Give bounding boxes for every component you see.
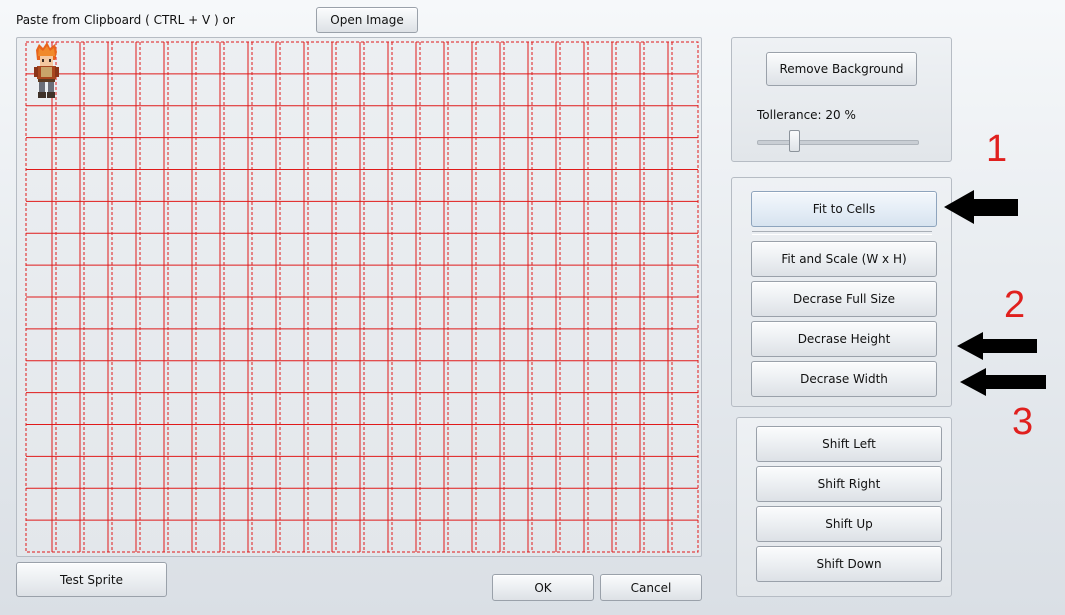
fit-and-scale-button[interactable]: Fit and Scale (W x H) xyxy=(751,241,937,277)
ok-button[interactable]: OK xyxy=(492,574,594,601)
remove-background-button[interactable]: Remove Background xyxy=(766,52,917,86)
open-image-button[interactable]: Open Image xyxy=(316,7,418,33)
shift-left-button[interactable]: Shift Left xyxy=(756,426,942,462)
sprite-character-icon xyxy=(34,42,59,98)
shift-down-button[interactable]: Shift Down xyxy=(756,546,942,582)
arrow-left-icon xyxy=(944,190,1018,224)
shift-right-button[interactable]: Shift Right xyxy=(756,466,942,502)
arrow-left-icon xyxy=(957,332,1037,360)
tolerance-slider-track[interactable] xyxy=(757,140,919,145)
tolerance-slider-thumb[interactable] xyxy=(789,130,800,152)
step-3-annotation: 3 xyxy=(1012,401,1034,443)
sprite-canvas[interactable] xyxy=(16,37,702,557)
tolerance-label: Tollerance: 20 % xyxy=(757,108,856,122)
paste-instruction-label: Paste from Clipboard ( CTRL + V ) or xyxy=(16,13,235,27)
sprite-grid xyxy=(25,41,699,553)
shift-up-button[interactable]: Shift Up xyxy=(756,506,942,542)
decrease-full-size-button[interactable]: Decrase Full Size xyxy=(751,281,937,317)
decrease-height-button[interactable]: Decrase Height xyxy=(751,321,937,357)
cancel-button[interactable]: Cancel xyxy=(600,574,702,601)
grid-lines xyxy=(25,41,699,553)
arrow-left-icon xyxy=(960,368,1046,396)
fit-to-cells-button[interactable]: Fit to Cells xyxy=(751,191,937,227)
decrease-width-button[interactable]: Decrase Width xyxy=(751,361,937,397)
step-2-annotation: 2 xyxy=(1004,284,1026,326)
test-sprite-button[interactable]: Test Sprite xyxy=(16,562,167,597)
fit-panel-separator xyxy=(752,231,932,235)
step-1-annotation: 1 xyxy=(986,128,1008,170)
